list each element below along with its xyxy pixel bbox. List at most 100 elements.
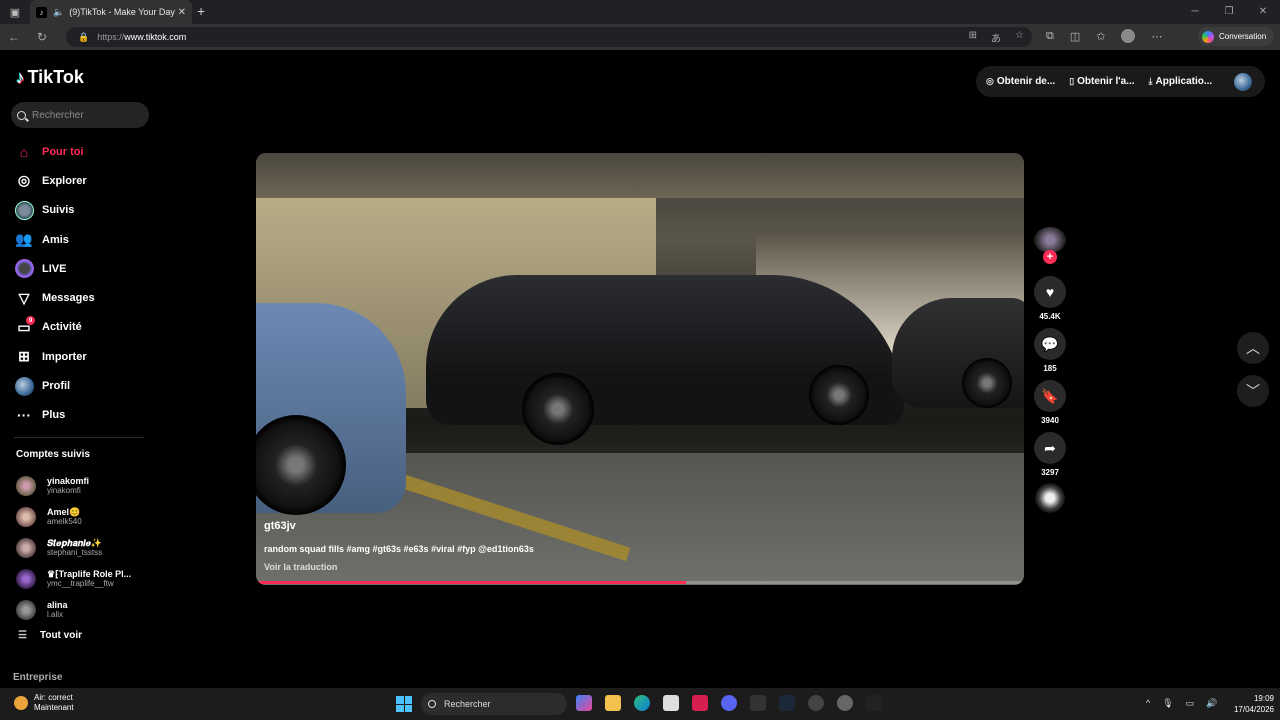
see-all-button[interactable]: ☰ Tout voir [18, 630, 82, 641]
speaker-icon[interactable]: 🔈 [53, 7, 64, 18]
bookmark-icon[interactable]: 🔖 [1034, 380, 1066, 412]
translate-link[interactable]: Voir la traduction [264, 562, 337, 572]
affinity-app-icon[interactable] [692, 695, 708, 711]
search-icon [17, 110, 26, 120]
share-action[interactable]: ➦ 3297 [1034, 432, 1066, 477]
entreprise-link[interactable]: Entreprise [13, 672, 62, 683]
weather-widget[interactable]: Air: correct Maintenant [14, 693, 74, 713]
chevron-up-icon[interactable]: ^ [1146, 698, 1150, 709]
lock-icon[interactable]: 🔒 [78, 32, 89, 43]
avatar [16, 599, 36, 620]
sidebar-item-amis[interactable]: 👥 Amis [14, 225, 154, 254]
sidebar-item-importer[interactable]: ⊞ Importer [14, 342, 154, 371]
app-available-icon[interactable]: ⊞ [969, 30, 977, 45]
like-action[interactable]: ♥ 45.4K [1034, 276, 1066, 321]
extensions-icon[interactable]: ⧉ [1046, 30, 1054, 43]
profile-icon [14, 376, 34, 396]
display-icon[interactable]: ▭ [1186, 698, 1195, 709]
browser-tab[interactable]: ♪ 🔈 (9)TikTok - Make Your Day ✕ [30, 0, 192, 24]
discord-icon[interactable] [721, 695, 737, 711]
avatar [16, 475, 36, 496]
previous-video-button[interactable]: ︿ [1237, 332, 1269, 364]
taskbar-search[interactable]: Rechercher [421, 693, 567, 715]
video-player[interactable]: gt63jv random squad fills #amg #gt63s #e… [256, 153, 1024, 585]
url-protocol: https:// [97, 32, 125, 42]
top-action-bar: ◎ Obtenir de... ▯ Obtenir l'a... ⤓ Applicat… [976, 66, 1265, 97]
video-caption[interactable]: random squad fills #amg #gt63s #e63s #vi… [264, 544, 534, 554]
sidebar-item-plus[interactable]: ··· Plus [14, 401, 154, 430]
comment-icon[interactable]: 💬 [1034, 328, 1066, 360]
store-icon[interactable] [663, 695, 679, 711]
chevron-up-icon: ︿ [1246, 340, 1260, 356]
sidebar-item-suivis[interactable]: Suivis [14, 196, 154, 225]
video-progress-fill [256, 581, 687, 584]
translate-icon[interactable]: あ [991, 30, 1001, 45]
steam-icon[interactable] [779, 695, 795, 711]
following-account[interactable]: alina l.alix [16, 594, 156, 625]
sidebar-item-live[interactable]: LIVE [14, 254, 154, 283]
url-host: www.tiktok.com [124, 32, 187, 42]
sidebar-item-profil[interactable]: Profil [14, 371, 154, 400]
heart-icon[interactable]: ♥ [1034, 276, 1066, 308]
following-account[interactable]: 𝑺𝒕𝒆𝒑𝒉𝒂𝒏𝒊𝒆✨ stephani_tsstss [16, 532, 156, 563]
like-count: 45.4K [1039, 312, 1061, 321]
comment-action[interactable]: 💬 185 [1034, 328, 1066, 373]
following-account[interactable]: yinakomfi yinakomfi [16, 470, 156, 501]
following-account[interactable]: Amel😊 amelk540 [16, 501, 156, 532]
follow-plus-button[interactable]: + [1043, 250, 1057, 264]
minimize-button[interactable]: ─ [1178, 0, 1212, 24]
desktop-app-button[interactable]: ⤓ Applicatio... [1149, 76, 1213, 87]
close-window-button[interactable]: ✕ [1246, 0, 1280, 24]
microphone-icon[interactable]: 🎙 [1162, 698, 1173, 709]
back-icon[interactable]: ← [0, 30, 28, 44]
video-scene-wheel [522, 373, 594, 445]
list-icon: ☰ [18, 630, 27, 641]
comment-count: 185 [1043, 364, 1057, 373]
volume-icon[interactable]: 🔊 [1206, 698, 1217, 709]
game-app-icon[interactable] [808, 695, 824, 711]
close-tab-icon[interactable]: ✕ [178, 7, 186, 18]
next-video-button[interactable]: ﹀ [1237, 375, 1269, 407]
favorites-icon[interactable]: ✩ [1096, 30, 1105, 43]
share-icon[interactable]: ➦ [1034, 432, 1066, 464]
save-action[interactable]: 🔖 3940 [1034, 380, 1066, 425]
logitech-icon[interactable] [866, 695, 882, 711]
get-app-button[interactable]: ▯ Obtenir l'a... [1069, 76, 1134, 87]
video-scene-wheel [809, 365, 869, 425]
split-screen-icon[interactable]: ◫ [1070, 30, 1080, 43]
tab-actions-icon[interactable]: ▣ [0, 0, 30, 24]
sidebar-item-messages[interactable]: ▽ Messages [14, 283, 154, 312]
tiktok-logo[interactable]: ♪ TikTok [16, 67, 84, 88]
search-input[interactable]: Rechercher [11, 102, 149, 128]
new-tab-button[interactable]: + [197, 3, 205, 19]
url-field[interactable]: 🔒 https:// www.tiktok.com ⊞ あ ☆ [66, 27, 1032, 47]
refresh-icon[interactable]: ↻ [28, 30, 56, 44]
get-coins-button[interactable]: ◎ Obtenir de... [986, 76, 1055, 87]
friends-icon: 👥 [15, 231, 33, 248]
profile-avatar-icon[interactable] [1121, 29, 1136, 43]
following-account[interactable]: ♛⁅Traplife Role Pl... ymc__traplife__ftw [16, 563, 156, 594]
edge-browser-icon[interactable] [634, 695, 650, 711]
search-icon [428, 700, 436, 708]
avatar [16, 537, 36, 558]
sidebar-item-pour-toi[interactable]: ⌂ Pour toi [14, 137, 154, 166]
favorite-star-icon[interactable]: ☆ [1015, 30, 1024, 45]
music-disc-icon[interactable] [1035, 483, 1065, 513]
system-clock[interactable]: 19:09 17/04/2026 [1222, 693, 1274, 715]
sidebar-item-explorer[interactable]: ◎ Explorer [14, 166, 154, 195]
maximize-button[interactable]: ❐ [1212, 0, 1246, 24]
copilot-app-icon[interactable] [576, 695, 592, 711]
settings-gear-icon[interactable] [837, 695, 853, 711]
epic-games-icon[interactable] [750, 695, 766, 711]
file-explorer-icon[interactable] [605, 695, 621, 711]
upload-icon: ⊞ [18, 348, 30, 365]
user-avatar[interactable] [1234, 72, 1253, 91]
compass-icon: ◎ [17, 172, 31, 189]
more-menu-icon[interactable]: ⋯ [1151, 30, 1162, 43]
video-username[interactable]: gt63jv [264, 520, 296, 532]
video-progress-bar[interactable] [256, 581, 1024, 584]
sidebar-item-activite[interactable]: ▭ 9 Activité [14, 313, 154, 342]
copilot-conversation-button[interactable]: Conversation [1198, 27, 1274, 46]
start-button[interactable] [396, 696, 412, 712]
browser-tab-strip: ▣ ♪ 🔈 (9)TikTok - Make Your Day ✕ + ─ ❐ … [0, 0, 1280, 24]
